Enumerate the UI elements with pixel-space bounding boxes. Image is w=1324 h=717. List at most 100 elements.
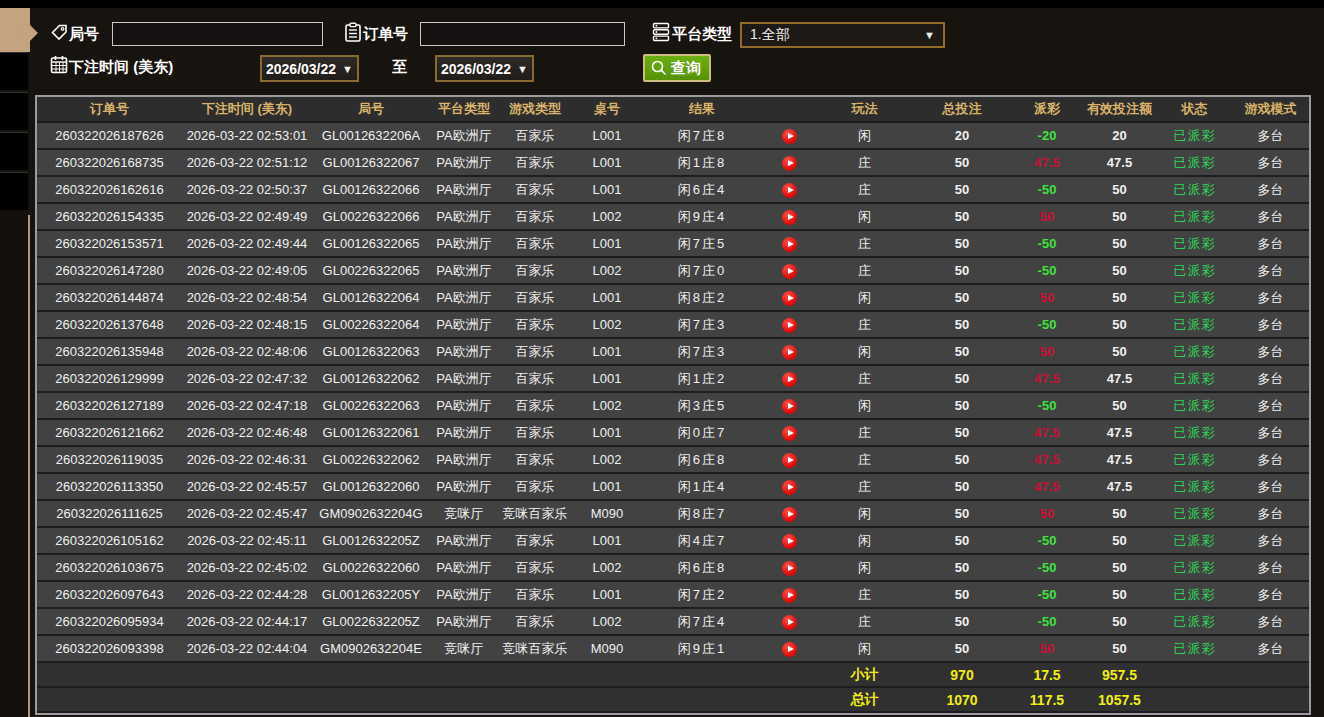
cell-valid: 50 — [1082, 311, 1157, 338]
top-strip — [0, 0, 1324, 8]
replay-play-icon[interactable] — [782, 453, 797, 468]
cell-order: 260322026153571 — [37, 230, 182, 257]
order-input[interactable] — [420, 22, 625, 46]
replay-play-icon[interactable] — [782, 372, 797, 387]
cell-mode: 多台 — [1232, 554, 1309, 581]
cell-bet: 50 — [912, 284, 1012, 311]
cell-replay — [762, 473, 817, 500]
cell-table: L002 — [572, 311, 642, 338]
replay-play-icon[interactable] — [782, 588, 797, 603]
cell-payout: -50 — [1012, 581, 1082, 608]
cell-mode: 多台 — [1232, 608, 1309, 635]
cell-valid: 47.5 — [1082, 473, 1157, 500]
replay-play-icon[interactable] — [782, 237, 797, 252]
col-header-game: 游戏类型 — [498, 97, 572, 122]
cell-valid: 50 — [1082, 338, 1157, 365]
cell-play: 闲 — [817, 635, 912, 662]
replay-play-icon[interactable] — [782, 480, 797, 495]
cell-game: 百家乐 — [498, 149, 572, 176]
cell-status: 已派彩 — [1157, 581, 1232, 608]
cell-platform: 竞咪厅 — [430, 500, 498, 527]
cell-play: 闲 — [817, 284, 912, 311]
cell-payout: 47.5 — [1012, 365, 1082, 392]
cell-play: 闲 — [817, 122, 912, 149]
cell-mode: 多台 — [1232, 149, 1309, 176]
record-row: 2603220260933982026-03-22 02:44:04GM0902… — [37, 635, 1309, 662]
cell-time: 2026-03-22 02:49:05 — [182, 257, 312, 284]
cell-mode: 多台 — [1232, 527, 1309, 554]
replay-play-icon[interactable] — [782, 642, 797, 657]
cell-payout: -50 — [1012, 392, 1082, 419]
rail-menu-block[interactable] — [0, 172, 28, 210]
cell-game: 百家乐 — [498, 446, 572, 473]
col-header-replay — [762, 97, 817, 122]
cell-valid: 50 — [1082, 176, 1157, 203]
replay-play-icon[interactable] — [782, 399, 797, 414]
replay-play-icon[interactable] — [782, 615, 797, 630]
cell-mode: 多台 — [1232, 365, 1309, 392]
cell-bet: 50 — [912, 473, 1012, 500]
total-label: 总计 — [817, 687, 912, 712]
cell-bet: 50 — [912, 446, 1012, 473]
cell-result: 闲6庄8 — [642, 446, 762, 473]
date-to-select[interactable]: 2026/03/22 ▼ — [435, 55, 534, 82]
cell-play: 闲 — [817, 338, 912, 365]
replay-play-icon[interactable] — [782, 156, 797, 171]
replay-play-icon[interactable] — [782, 345, 797, 360]
cell-round: GL00126322065 — [312, 230, 430, 257]
cell-platform: PA欧洲厅 — [430, 230, 498, 257]
cell-bet: 50 — [912, 338, 1012, 365]
cell-payout: -50 — [1012, 554, 1082, 581]
cell-play: 庄 — [817, 230, 912, 257]
cell-valid: 50 — [1082, 635, 1157, 662]
cell-mode: 多台 — [1232, 176, 1309, 203]
replay-play-icon[interactable] — [782, 507, 797, 522]
platform-select-value: 1.全部 — [750, 26, 790, 44]
date-from-select[interactable]: 2026/03/22 ▼ — [260, 55, 359, 82]
cell-payout: -50 — [1012, 311, 1082, 338]
cell-status: 已派彩 — [1157, 176, 1232, 203]
cell-result: 闲1庄8 — [642, 149, 762, 176]
replay-play-icon[interactable] — [782, 210, 797, 225]
cell-replay — [762, 608, 817, 635]
rail-menu-block[interactable] — [0, 132, 28, 170]
betting-records-page: 局号 订单号 平台类型 1.全部 ▼ 下注时间 (美东) 2026/03/22 … — [0, 0, 1324, 717]
order-filter-label: 订单号 — [363, 25, 408, 44]
round-input[interactable] — [112, 22, 323, 46]
replay-play-icon[interactable] — [782, 426, 797, 441]
rail-menu-block[interactable] — [0, 52, 28, 90]
replay-play-icon[interactable] — [782, 264, 797, 279]
replay-play-icon[interactable] — [782, 561, 797, 576]
record-row: 2603220261116252026-03-22 02:45:47GM0902… — [37, 500, 1309, 527]
cell-order: 260322026105162 — [37, 527, 182, 554]
record-row: 2603220261271892026-03-22 02:47:18GL0022… — [37, 392, 1309, 419]
replay-play-icon[interactable] — [782, 318, 797, 333]
cell-table: L002 — [572, 446, 642, 473]
replay-play-icon[interactable] — [782, 183, 797, 198]
replay-play-icon[interactable] — [782, 129, 797, 144]
cell-payout: 47.5 — [1012, 419, 1082, 446]
cell-time: 2026-03-22 02:44:17 — [182, 608, 312, 635]
cell-play: 庄 — [817, 365, 912, 392]
replay-play-icon[interactable] — [782, 534, 797, 549]
total-row: 总计 1070 117.5 1057.5 — [37, 687, 1309, 712]
replay-play-icon[interactable] — [782, 291, 797, 306]
cell-replay — [762, 149, 817, 176]
cell-game: 百家乐 — [498, 527, 572, 554]
cell-payout: 47.5 — [1012, 149, 1082, 176]
cell-status: 已派彩 — [1157, 257, 1232, 284]
cell-valid: 47.5 — [1082, 446, 1157, 473]
cell-order: 260322026097643 — [37, 581, 182, 608]
cell-game: 百家乐 — [498, 311, 572, 338]
cell-replay — [762, 338, 817, 365]
search-button-label: 查询 — [671, 59, 701, 78]
rail-menu-block[interactable] — [0, 92, 28, 130]
cell-game: 百家乐 — [498, 203, 572, 230]
platform-select[interactable]: 1.全部 ▼ — [740, 22, 945, 48]
cell-valid: 47.5 — [1082, 419, 1157, 446]
search-button[interactable]: 查询 — [643, 54, 711, 82]
cell-replay — [762, 419, 817, 446]
cell-order: 260322026093398 — [37, 635, 182, 662]
cell-order: 260322026154335 — [37, 203, 182, 230]
record-row: 2603220261543352026-03-22 02:49:49GL0022… — [37, 203, 1309, 230]
